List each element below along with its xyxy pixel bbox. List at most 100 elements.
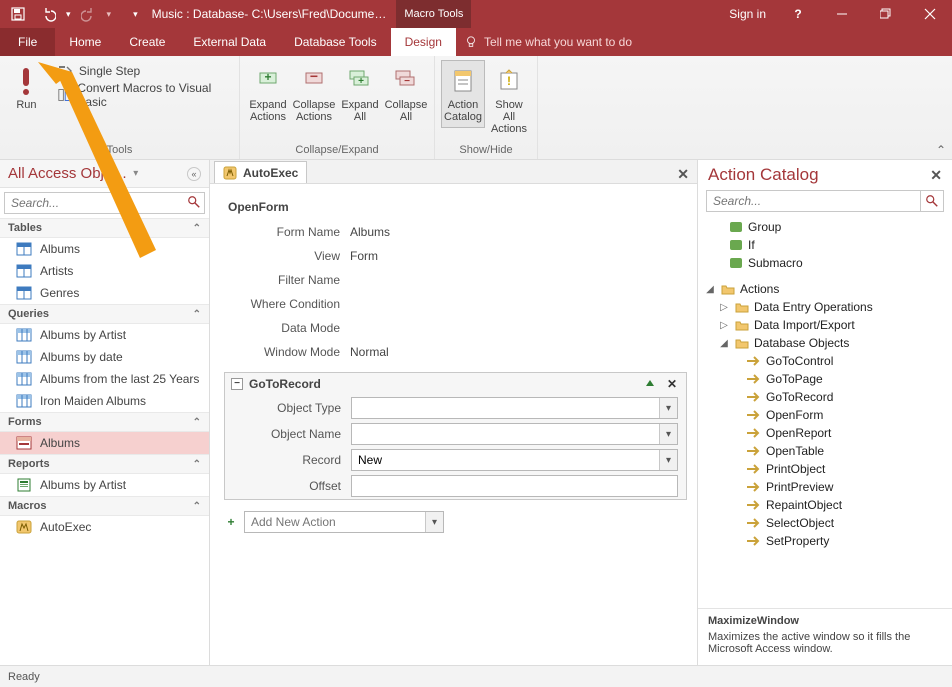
search-icon[interactable] xyxy=(187,195,201,209)
nav-item[interactable]: AutoExec xyxy=(0,516,209,538)
collapse-actions-button[interactable]: − CollapseActions xyxy=(292,60,336,128)
nav-group-reports-header[interactable]: Reports⌃ xyxy=(0,454,209,474)
offset-input[interactable] xyxy=(351,475,678,497)
tab-create[interactable]: Create xyxy=(115,28,179,56)
catalog-action-item[interactable]: PrintPreview xyxy=(704,478,948,496)
nav-item[interactable]: Iron Maiden Albums xyxy=(0,390,209,412)
catalog-action-item[interactable]: RepaintObject xyxy=(704,496,948,514)
nav-group-tables-header[interactable]: Tables⌃ xyxy=(0,218,209,238)
tab-home[interactable]: Home xyxy=(55,28,115,56)
catalog-folder-data-io[interactable]: ▷Data Import/Export xyxy=(704,316,948,334)
catalog-action-item[interactable]: SetProperty xyxy=(704,532,948,550)
nav-item[interactable]: Albums from the last 25 Years xyxy=(0,368,209,390)
catalog-action-item[interactable]: GoToPage xyxy=(704,370,948,388)
object-type-combo[interactable]: ▾ xyxy=(351,397,678,419)
chevron-down-icon[interactable]: ▾ xyxy=(425,512,443,532)
action-icon xyxy=(746,372,762,386)
report-icon xyxy=(16,478,32,492)
collapse-all-button[interactable]: − CollapseAll xyxy=(384,60,428,128)
add-new-action-combo[interactable]: ▾ xyxy=(244,511,444,533)
status-bar: Ready xyxy=(0,665,952,687)
qat-undo-dropdown[interactable]: ▾ xyxy=(66,9,71,20)
nav-item[interactable]: Albums by Artist xyxy=(0,324,209,346)
navigation-pane: All Access Obje… ▾ « Tables⌃ Albums Artis… xyxy=(0,160,210,665)
expand-actions-button[interactable]: + ExpandActions xyxy=(246,60,290,128)
expander-icon[interactable]: ◢ xyxy=(704,284,716,295)
catalog-help: MaximizeWindow Maximizes the active wind… xyxy=(698,608,952,665)
ribbon-group-collapse-expand: + ExpandActions − CollapseActions + Expa… xyxy=(240,56,435,159)
delete-action-button[interactable]: ✕ xyxy=(664,376,680,392)
catalog-folder-db-objects[interactable]: ◢Database Objects xyxy=(704,334,948,352)
catalog-action-item[interactable]: SelectObject xyxy=(704,514,948,532)
nav-item-label: Albums from the last 25 Years xyxy=(40,372,199,386)
catalog-action-item[interactable]: GoToControl xyxy=(704,352,948,370)
nav-header[interactable]: All Access Obje… ▾ « xyxy=(0,160,209,188)
nav-item[interactable]: Genres xyxy=(0,282,209,304)
tab-database-tools[interactable]: Database Tools xyxy=(280,28,391,56)
tab-external-data[interactable]: External Data xyxy=(179,28,280,56)
help-button[interactable]: ? xyxy=(776,0,820,28)
sign-in-link[interactable]: Sign in xyxy=(719,7,776,21)
close-window-button[interactable] xyxy=(908,0,952,28)
catalog-action-label: RepaintObject xyxy=(766,498,842,512)
nav-item-label: Artists xyxy=(40,264,73,278)
nav-item[interactable]: Albums by date xyxy=(0,346,209,368)
document-tab-autoexec[interactable]: AutoExec xyxy=(214,161,307,183)
nav-item[interactable]: Albums xyxy=(0,432,209,454)
qat-undo-button[interactable] xyxy=(36,2,60,26)
nav-search-input[interactable] xyxy=(4,192,205,214)
catalog-folder-data-entry[interactable]: ▷Data Entry Operations xyxy=(704,298,948,316)
nav-group-forms-header[interactable]: Forms⌃ xyxy=(0,412,209,432)
restore-button[interactable] xyxy=(864,0,908,28)
action-catalog-button[interactable]: ActionCatalog xyxy=(441,60,485,128)
catalog-search-button[interactable] xyxy=(920,190,944,212)
qat-customize-dropdown[interactable]: ▾ xyxy=(133,9,138,20)
nav-group-macros-header[interactable]: Macros⌃ xyxy=(0,496,209,516)
expand-all-button[interactable]: + ExpandAll xyxy=(338,60,382,128)
qat-save-button[interactable] xyxy=(6,2,30,26)
catalog-action-item[interactable]: OpenForm xyxy=(704,406,948,424)
tab-design[interactable]: Design xyxy=(391,28,456,56)
macro-action-openform[interactable]: OpenForm Form NameAlbums ViewForm Filter… xyxy=(224,200,687,364)
catalog-item-submacro[interactable]: Submacro xyxy=(704,254,948,272)
move-up-button[interactable] xyxy=(642,376,658,392)
action-icon xyxy=(746,498,762,512)
expander-icon[interactable]: ▷ xyxy=(718,302,730,313)
catalog-action-item[interactable]: GoToRecord xyxy=(704,388,948,406)
record-combo[interactable]: ▾ xyxy=(351,449,678,471)
tab-file[interactable]: File xyxy=(0,28,55,56)
svg-text:−: − xyxy=(310,68,318,84)
collapse-ribbon-button[interactable]: ⌃ xyxy=(936,143,946,157)
catalog-folder-actions[interactable]: ◢Actions xyxy=(704,280,948,298)
nav-group-queries-header[interactable]: Queries⌃ xyxy=(0,304,209,324)
nav-item[interactable]: Artists xyxy=(0,260,209,282)
expander-icon[interactable]: ◢ xyxy=(718,338,730,349)
nav-item[interactable]: Albums xyxy=(0,238,209,260)
chevron-down-icon[interactable]: ▾ xyxy=(659,424,677,444)
run-button[interactable]: Run xyxy=(6,60,47,116)
nav-collapse-button[interactable]: « xyxy=(187,167,201,181)
catalog-action-item[interactable]: OpenTable xyxy=(704,442,948,460)
svg-text:+: + xyxy=(264,70,271,84)
minimize-button[interactable] xyxy=(820,0,864,28)
document-tab-close-button[interactable]: ✕ xyxy=(677,166,689,183)
chevron-up-icon: ⌃ xyxy=(193,459,201,470)
collapse-action-button[interactable]: − xyxy=(231,378,243,390)
object-name-combo[interactable]: ▾ xyxy=(351,423,678,445)
folder-icon xyxy=(734,336,750,350)
catalog-action-item[interactable]: OpenReport xyxy=(704,424,948,442)
catalog-item-if[interactable]: If xyxy=(704,236,948,254)
expander-icon[interactable]: ▷ xyxy=(718,320,730,331)
catalog-item-group[interactable]: Group xyxy=(704,218,948,236)
catalog-search-input[interactable] xyxy=(706,190,920,212)
single-step-button[interactable]: Single Step xyxy=(53,60,233,82)
nav-item[interactable]: Albums by Artist xyxy=(0,474,209,496)
chevron-down-icon[interactable]: ▾ xyxy=(659,450,677,470)
tell-me-search[interactable]: Tell me what you want to do xyxy=(456,28,640,56)
catalog-action-item[interactable]: PrintObject xyxy=(704,460,948,478)
chevron-down-icon[interactable]: ▾ xyxy=(659,398,677,418)
convert-vb-button[interactable]: Convert Macros to Visual Basic xyxy=(53,84,233,106)
window-controls xyxy=(820,0,952,28)
show-all-actions-button[interactable]: ! Show AllActions xyxy=(487,60,531,140)
close-catalog-button[interactable]: ✕ xyxy=(930,167,942,184)
